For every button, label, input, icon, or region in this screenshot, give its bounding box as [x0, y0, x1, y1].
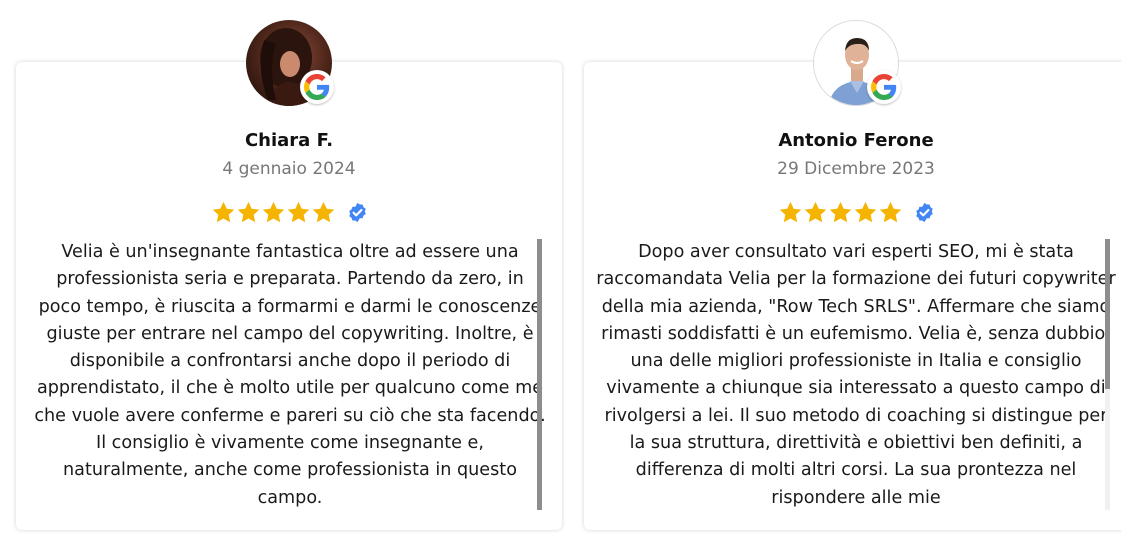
star-icon — [212, 201, 234, 223]
review-scroll-track[interactable] — [1105, 389, 1110, 510]
star-icon — [237, 201, 259, 223]
reviewer-avatar — [813, 20, 901, 106]
google-icon — [300, 70, 334, 104]
rating-stars — [16, 200, 562, 225]
reviewer-name: Antonio Ferone — [778, 130, 934, 151]
reviewer-avatar — [246, 20, 334, 106]
rating-stars — [584, 200, 1121, 225]
star-icon — [804, 201, 826, 223]
star-icon — [829, 201, 851, 223]
reviewer-name: Chiara F. — [244, 130, 334, 151]
verified-check-icon — [348, 202, 366, 223]
star-icon — [287, 201, 309, 223]
star-icon — [779, 201, 801, 223]
star-icon — [879, 201, 901, 223]
google-icon — [867, 70, 901, 104]
reviews-widget: Chiara F. 4 gennaio 2024 Velia è un'inse… — [0, 0, 1121, 542]
review-text: Velia è un'insegnante fantastica oltre a… — [34, 242, 546, 508]
star-icon — [262, 201, 284, 223]
star-icon — [854, 201, 876, 223]
review-date: 4 gennaio 2024 — [222, 159, 356, 179]
review-card: Antonio Ferone 29 Dicembre 2023 Dopo ave… — [584, 62, 1121, 530]
review-scrollbar[interactable] — [537, 239, 542, 510]
review-date: 29 Dicembre 2023 — [777, 159, 935, 179]
review-text: Dopo aver consultato vari esperti SEO, m… — [596, 242, 1116, 508]
star-icon — [312, 201, 334, 223]
review-card: Chiara F. 4 gennaio 2024 Velia è un'inse… — [16, 62, 562, 530]
review-scrollbar[interactable] — [1105, 239, 1110, 389]
verified-check-icon — [915, 202, 933, 223]
